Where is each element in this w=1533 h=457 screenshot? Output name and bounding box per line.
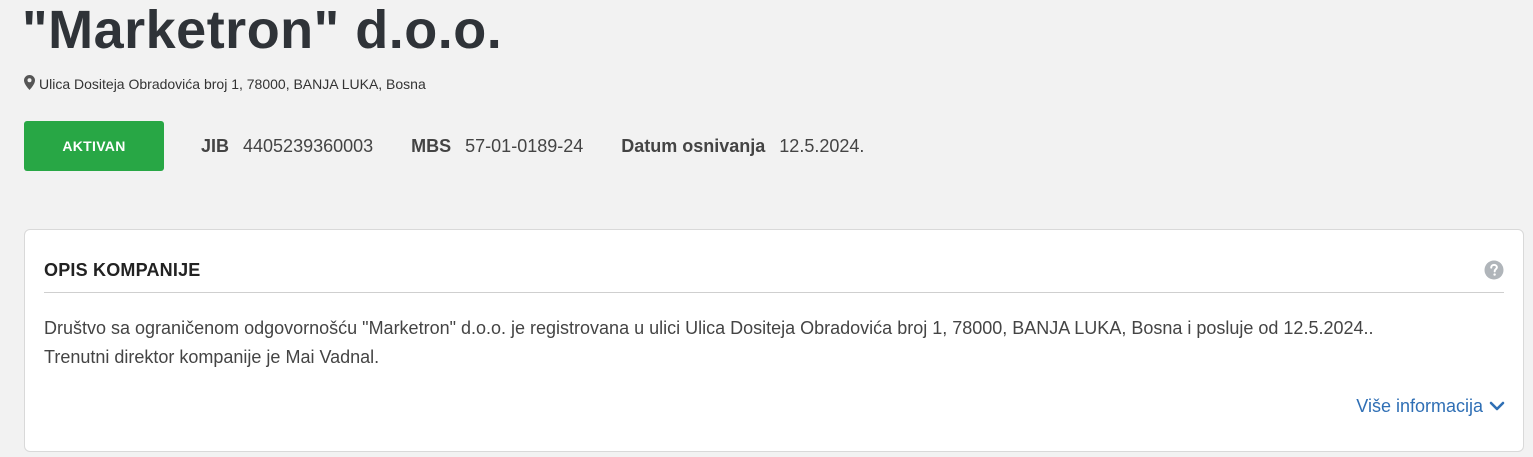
mbs-value: 57-01-0189-24: [465, 135, 584, 156]
company-meta: AKTIVAN JIB 4405239360003 MBS 57-01-0189…: [24, 121, 902, 171]
description-line: Trenutni direktor kompanije je Mai Vadna…: [44, 347, 380, 367]
address-text: Ulica Dositeja Obradovića broj 1, 78000,…: [39, 76, 426, 92]
company-address: Ulica Dositeja Obradovića broj 1, 78000,…: [24, 75, 426, 93]
founding-date-label: Datum osnivanja: [621, 135, 766, 156]
company-name: "Marketron" d.o.o.: [22, 0, 503, 60]
jib-label: JIB: [201, 135, 230, 156]
company-description-card: OPIS KOMPANIJE Društvo sa ograničenom od…: [24, 229, 1524, 452]
founding-date-value: 12.5.2024.: [779, 135, 865, 156]
description-text: Društvo sa ograničenom odgovornošću "Mar…: [44, 314, 1504, 372]
question-circle-icon[interactable]: [1484, 260, 1504, 280]
status-badge: AKTIVAN: [24, 121, 164, 171]
description-line: Društvo sa ograničenom odgovornošću "Mar…: [44, 318, 1374, 338]
card-header: OPIS KOMPANIJE: [44, 248, 1504, 293]
chevron-down-icon: [1483, 396, 1505, 417]
more-info-label: Više informacija: [1356, 396, 1483, 416]
more-info-link[interactable]: Više informacija: [1356, 396, 1505, 417]
jib-value: 4405239360003: [243, 135, 374, 156]
company-page: "Marketron" d.o.o. Ulica Dositeja Obrado…: [0, 0, 1533, 457]
card-title: OPIS KOMPANIJE: [44, 259, 201, 280]
mbs-label: MBS: [411, 135, 452, 156]
map-marker-icon: [24, 75, 39, 93]
